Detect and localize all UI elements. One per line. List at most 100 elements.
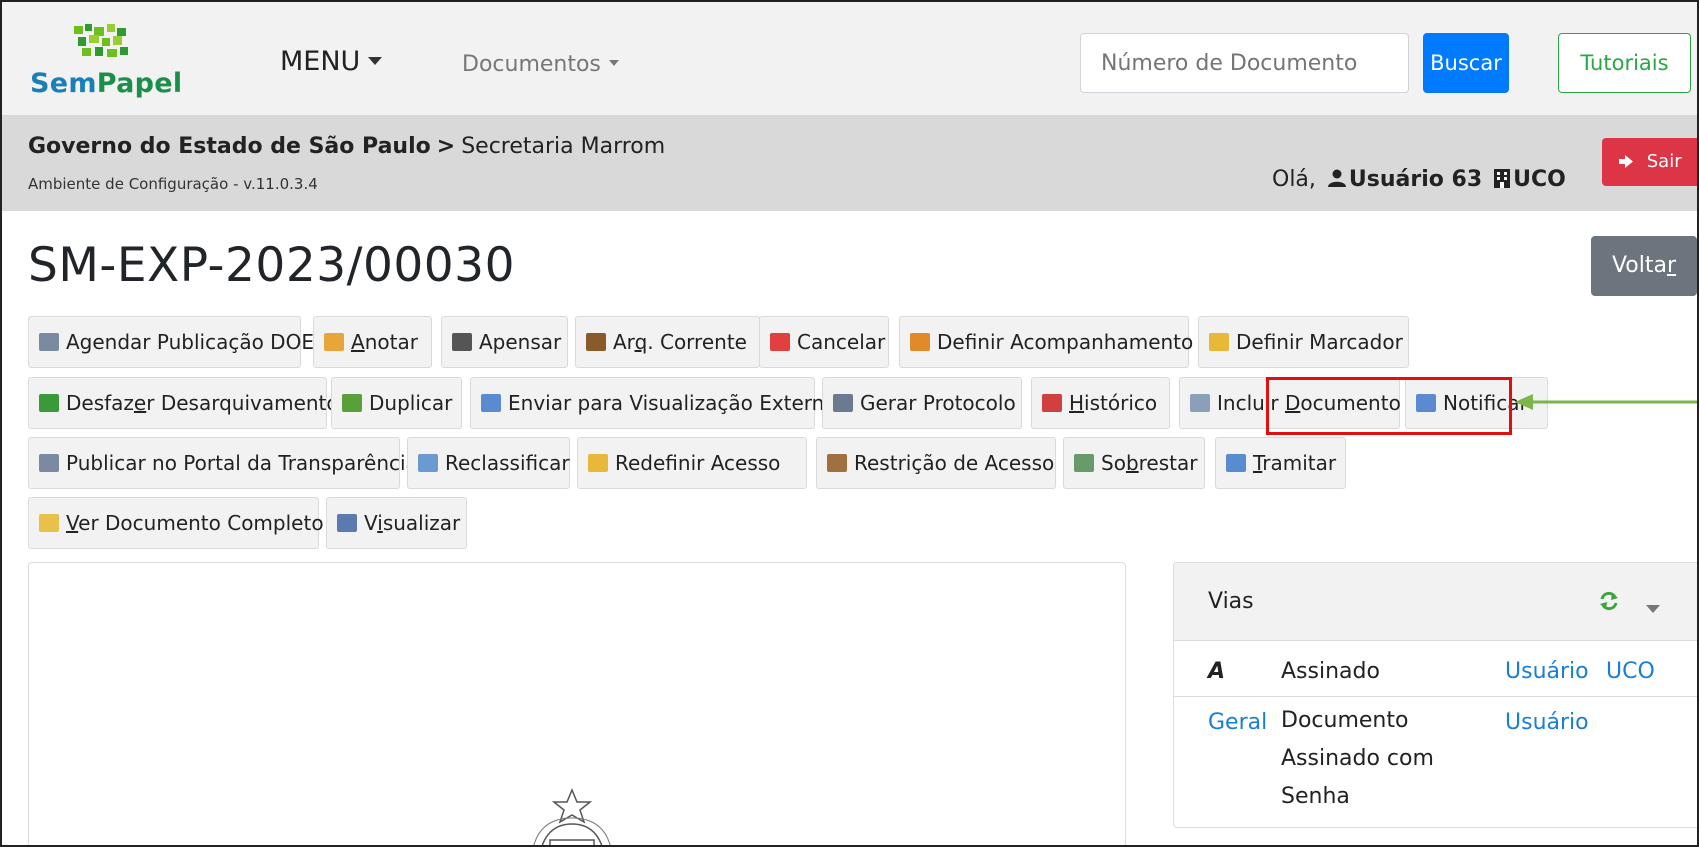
folder-star-icon: [1209, 333, 1229, 351]
chevron-down-icon[interactable]: [1646, 599, 1660, 618]
logout-button[interactable]: Sair: [1602, 138, 1697, 186]
via-user-link[interactable]: Usuário: [1505, 659, 1589, 684]
greeting-text: Olá,: [1272, 167, 1316, 192]
definir-acompanhamento-button[interactable]: Definir Acompanhamento: [899, 316, 1193, 368]
top-navbar: SemPapel MENU Documentos Buscar Tutoriai…: [2, 2, 1697, 115]
note-add-icon: [324, 333, 344, 351]
desfazer-desarquivamento-button[interactable]: Desfazer Desarquivamento: [28, 377, 339, 429]
breadcrumb: Governo do Estado de São Paulo > Secretari…: [28, 134, 665, 159]
back-button[interactable]: Voltar: [1591, 236, 1697, 296]
pointer-arrow: [1515, 394, 1697, 410]
historico-button[interactable]: Histórico: [1031, 377, 1170, 429]
documents-label: Documentos: [462, 52, 601, 77]
publish-icon: [39, 454, 59, 472]
user-name[interactable]: Usuário 63: [1349, 167, 1482, 192]
chevron-down-icon: [608, 60, 619, 66]
via-status: Documento Assinado com Senha: [1281, 708, 1434, 809]
sempapel-logo[interactable]: SemPapel: [30, 20, 205, 106]
edit-document-icon: [418, 454, 438, 472]
attach-icon: [452, 333, 472, 351]
document-schedule-icon: [39, 333, 59, 351]
action-label: Definir Marcador: [1236, 330, 1403, 354]
arq-corrente-button[interactable]: Arq. Corrente: [575, 316, 760, 368]
action-label: Apensar: [479, 330, 562, 354]
unit-code[interactable]: UCO: [1513, 167, 1566, 192]
eye-icon: [337, 514, 357, 532]
duplicar-button[interactable]: Duplicar: [331, 377, 462, 429]
refresh-icon[interactable]: [1598, 590, 1620, 618]
highlight-box: [1266, 377, 1512, 435]
action-label: Desfazer Desarquivamento: [66, 391, 339, 415]
logo-text: SemPapel: [30, 68, 183, 99]
enviar-para-visualizacao-externa-button[interactable]: Enviar para Visualização Externa: [470, 377, 837, 429]
cancelar-button[interactable]: Cancelar: [759, 316, 889, 368]
reclassificar-button[interactable]: Reclassificar: [407, 437, 570, 489]
documents-dropdown[interactable]: Documentos: [462, 52, 619, 77]
calendar-icon: [1042, 394, 1062, 412]
via-unit-link[interactable]: UCO: [1606, 659, 1655, 684]
ver-documento-completo-button[interactable]: Ver Documento Completo: [28, 497, 324, 549]
state-seal-icon: SAP: [533, 788, 611, 845]
anotar-button[interactable]: Anotar: [313, 316, 432, 368]
vias-header: Vias: [1174, 563, 1697, 641]
sobrestar-button[interactable]: Sobrestar: [1063, 437, 1205, 489]
forward-mail-icon: [1226, 454, 1246, 472]
action-label: Tramitar: [1253, 451, 1337, 475]
building-icon: [1493, 168, 1511, 194]
visualizar-button[interactable]: Visualizar: [326, 497, 467, 549]
action-label: Publicar no Portal da Transparência: [66, 451, 418, 475]
user-greeting: Olá, Usuário 63 UCO: [1272, 167, 1566, 194]
redefinir-acesso-button[interactable]: Redefinir Acesso: [577, 437, 807, 489]
hourglass-icon: [1074, 454, 1094, 472]
vias-title: Vias: [1208, 589, 1254, 614]
send-mail-icon: [481, 394, 501, 412]
environment-version: Ambiente de Configuração - v.11.0.3.4: [28, 175, 318, 193]
action-label: Sobrestar: [1101, 451, 1198, 475]
menu-dropdown[interactable]: MENU: [280, 46, 383, 77]
logout-label: Sair: [1646, 151, 1682, 172]
agendar-publicacao-doe-button[interactable]: Agendar Publicação DOE: [28, 316, 314, 368]
app-window: SemPapel MENU Documentos Buscar Tutoriai…: [0, 0, 1699, 847]
action-label: Visualizar: [364, 511, 461, 535]
breadcrumb-unit[interactable]: Secretaria Marrom: [461, 134, 665, 159]
row-divider: [1174, 696, 1697, 697]
action-label: Histórico: [1069, 391, 1158, 415]
document-preview: SAP: [28, 562, 1126, 845]
context-bar: Governo do Estado de São Paulo > Secretari…: [2, 115, 1697, 211]
action-label: Arq. Corrente: [613, 330, 747, 354]
menu-label: MENU: [280, 46, 361, 77]
action-label: Definir Acompanhamento: [937, 330, 1194, 354]
archive-icon: [586, 333, 606, 351]
tramitar-button[interactable]: Tramitar: [1215, 437, 1346, 489]
action-label: Cancelar: [797, 330, 886, 354]
user-icon: [1327, 168, 1347, 194]
action-label: Restrição de Acesso: [854, 451, 1055, 475]
publicar-no-portal-da-transparencia-button[interactable]: Publicar no Portal da Transparência: [28, 437, 418, 489]
search-button[interactable]: Buscar: [1423, 33, 1509, 93]
page-add-icon: [1190, 394, 1210, 412]
gerar-protocolo-button[interactable]: Gerar Protocolo: [822, 377, 1022, 429]
logo-mosaic-icon: [74, 24, 130, 58]
action-label: Duplicar: [369, 391, 453, 415]
breadcrumb-separator: >: [436, 134, 456, 159]
tutorials-button[interactable]: Tutoriais: [1558, 33, 1691, 93]
page-title: SM-EXP-2023/00030: [28, 238, 515, 293]
via-code: A: [1208, 659, 1226, 684]
apensar-button[interactable]: Apensar: [441, 316, 568, 368]
breadcrumb-org[interactable]: Governo do Estado de São Paulo: [28, 134, 431, 159]
definir-marcador-button[interactable]: Definir Marcador: [1198, 316, 1409, 368]
action-label: Agendar Publicação DOE: [66, 330, 314, 354]
printer-icon: [833, 394, 853, 412]
shield-icon: [588, 454, 608, 472]
cancel-icon: [770, 333, 790, 351]
duplicate-icon: [342, 394, 362, 412]
via-code-link[interactable]: Geral: [1208, 710, 1267, 735]
action-label: Gerar Protocolo: [860, 391, 1016, 415]
restricao-de-acesso-button[interactable]: Restrição de Acesso: [816, 437, 1056, 489]
chevron-down-icon: [368, 56, 383, 65]
via-status: Assinado: [1281, 659, 1380, 684]
via-user-link[interactable]: Usuário: [1505, 710, 1589, 735]
action-label: Anotar: [351, 330, 418, 354]
user-folder-icon: [910, 333, 930, 351]
document-number-search-input[interactable]: [1080, 33, 1409, 93]
